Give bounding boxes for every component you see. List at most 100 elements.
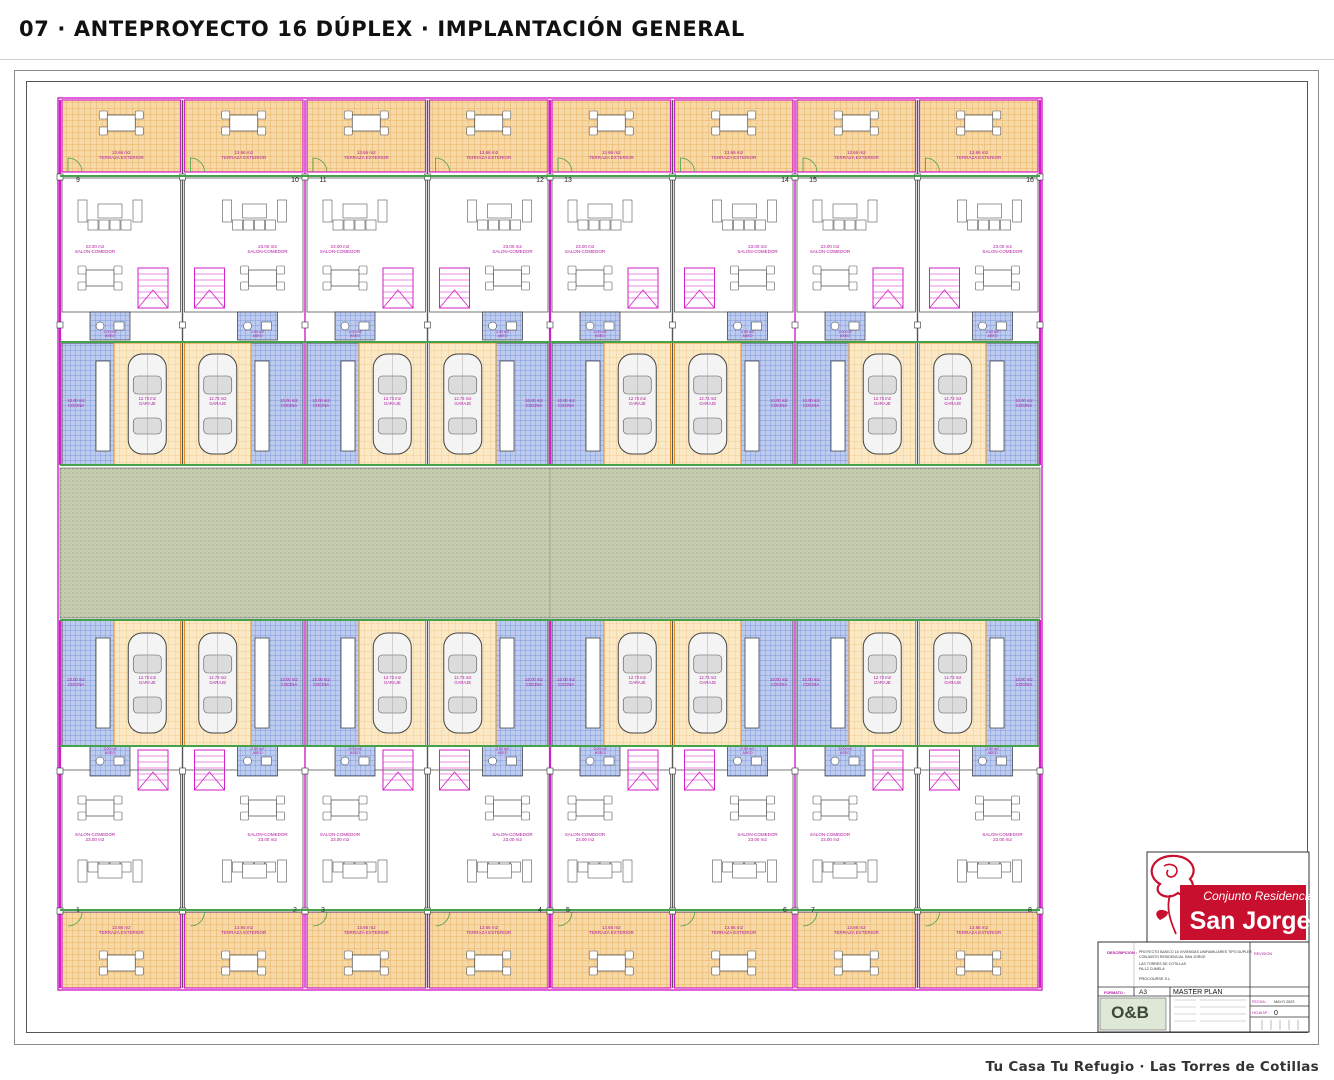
chair — [343, 950, 353, 960]
living-label-2: SALON-COMEDOR — [810, 249, 851, 254]
column — [56, 767, 64, 775]
living-room — [429, 769, 549, 913]
terrace-name-label: TERRAZA EXTERIOR — [834, 930, 880, 935]
chair — [343, 126, 353, 136]
coffee-table — [97, 203, 123, 219]
title-block: Conjunto Residencial San Jorge DESCRIPCI… — [1097, 851, 1317, 1033]
chair — [624, 110, 634, 120]
chair — [975, 265, 984, 275]
kitchen-counter — [585, 360, 601, 452]
chair — [322, 795, 332, 805]
kitchen-counter — [989, 637, 1005, 729]
sofa-seat — [967, 219, 978, 231]
terrace-name-label: TERRAZA EXTERIOR — [221, 155, 267, 160]
chair — [379, 966, 389, 976]
dining-table — [964, 954, 994, 972]
dining-table — [983, 799, 1012, 817]
wc-name-label: ASEO — [253, 334, 263, 338]
living-label-2: SALON-COMEDOR — [320, 249, 361, 254]
armchair — [222, 199, 232, 223]
sofa-seat — [1000, 219, 1011, 231]
chair — [730, 795, 739, 805]
chair — [358, 265, 368, 275]
armchair — [277, 859, 287, 883]
toilet — [830, 756, 840, 766]
sofa-seat — [243, 219, 254, 231]
chair — [257, 950, 267, 960]
sink — [506, 756, 517, 766]
kitchen-counter — [340, 360, 356, 452]
wc-name-label: ASEO — [595, 751, 605, 755]
chair — [466, 110, 476, 120]
chair — [221, 126, 231, 136]
armchair — [77, 859, 88, 883]
terrace — [428, 911, 549, 989]
terrace — [183, 99, 304, 173]
chair — [567, 795, 577, 805]
dining-table — [351, 114, 381, 132]
hoja-value: 0 — [1274, 1010, 1278, 1017]
chair — [1011, 265, 1020, 275]
chair — [567, 281, 577, 291]
dining-table — [820, 269, 850, 287]
terrace — [551, 911, 672, 989]
chair — [502, 966, 512, 976]
armchair — [77, 199, 88, 223]
dining-table — [229, 954, 259, 972]
chair — [221, 966, 231, 976]
chair — [848, 795, 858, 805]
chair — [77, 281, 87, 291]
column — [424, 321, 431, 329]
armchair — [767, 859, 777, 883]
kitchen-counter — [95, 360, 111, 452]
living-room — [61, 769, 181, 913]
sofa-seat — [87, 219, 99, 231]
chair — [521, 281, 530, 291]
chair — [833, 966, 843, 976]
chair — [956, 126, 966, 136]
chair — [812, 265, 822, 275]
chair — [134, 966, 144, 976]
terrace — [796, 911, 917, 989]
wc-name-label: ASEO — [498, 334, 508, 338]
kitchen-counter — [254, 637, 270, 729]
unit-number: 14 — [781, 177, 789, 184]
chair — [975, 795, 984, 805]
dining-table — [330, 799, 360, 817]
terrace — [61, 99, 182, 173]
column — [424, 767, 431, 775]
garage-name-label: GARAJE — [944, 680, 961, 685]
kitchen-name-label: COCINA — [1016, 403, 1032, 408]
chair — [848, 265, 858, 275]
fecha-value: MAYO 2023 — [1274, 1000, 1294, 1004]
garage-name-label: GARAJE — [629, 401, 646, 406]
sofa-seat — [1000, 861, 1011, 873]
dining-table — [719, 954, 749, 972]
terrace-name-label: TERRAZA EXTERIOR — [344, 930, 390, 935]
dining-table — [964, 114, 994, 132]
kitchen-name-label: COCINA — [526, 682, 542, 687]
toilet — [830, 321, 840, 331]
unit-number: 12 — [536, 177, 544, 184]
sofa-seat — [989, 219, 1000, 231]
chair — [134, 950, 144, 960]
chair — [485, 811, 494, 821]
sofa-seat — [733, 219, 744, 231]
chair — [624, 966, 634, 976]
living-room — [184, 769, 304, 913]
sofa-seat — [744, 219, 755, 231]
dining-table — [229, 114, 259, 132]
garage-name-label: GARAJE — [384, 401, 401, 406]
sink — [996, 321, 1007, 331]
chair — [502, 110, 512, 120]
sofa-seat — [254, 219, 265, 231]
sofa-seat — [365, 861, 377, 873]
kitchen-counter — [499, 360, 515, 452]
kitchen-name-label: COCINA — [281, 403, 297, 408]
chair — [956, 966, 966, 976]
sofa-seat — [610, 861, 622, 873]
sofa-seat — [855, 219, 867, 231]
armchair — [622, 859, 633, 883]
chair — [747, 966, 757, 976]
sink — [261, 756, 272, 766]
